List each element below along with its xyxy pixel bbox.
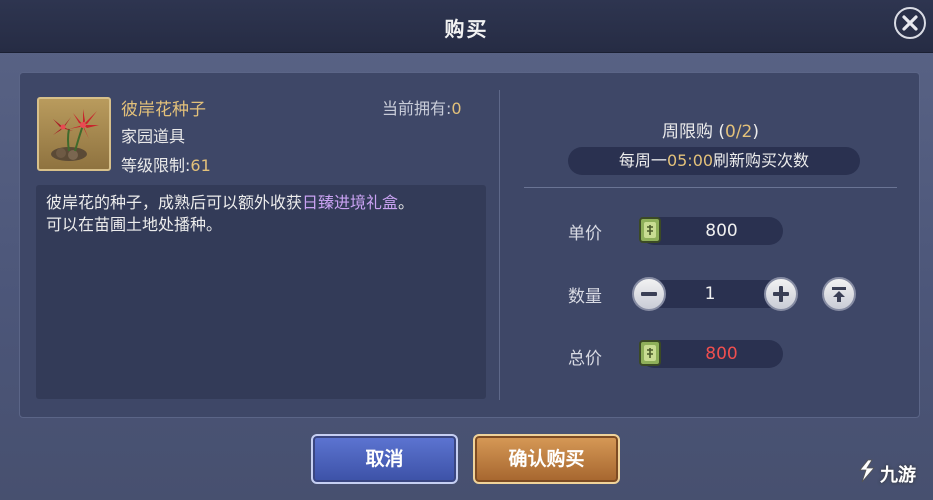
item-level-requirement: 等级限制:61 [121,152,211,176]
total-price-value: 800 [705,344,738,364]
owned-value: 0 [451,99,462,118]
level-value: 61 [190,156,211,175]
owned-count: 当前拥有:0 [382,95,462,119]
refresh-time: 05:00 [666,151,714,170]
quantity-label: 数量 [568,287,602,307]
close-button[interactable] [894,7,926,39]
refresh-info: 每周一05:00刷新购买次数 [568,147,860,175]
max-quantity-icon [832,287,846,302]
jade-token-icon [639,340,661,366]
weekly-limit-value: 0/2 [725,122,753,142]
increase-button[interactable] [764,277,798,311]
owned-label: 当前拥有: [382,99,452,118]
dialog-header: 购买 [0,0,933,53]
section-divider [524,187,897,188]
watermark: 九游 [880,465,916,486]
description-line-2: 可以在苗圃土地处播种。 [46,215,223,234]
weekly-limit: 周限购 (0/2) [661,122,760,142]
unit-price-value: 800 [705,221,738,241]
item-type: 家园道具 [121,127,186,146]
dialog-title: 购买 [444,17,489,41]
jade-token-icon [639,217,661,243]
reward-highlight: 日臻进境礼盒 [302,193,399,212]
max-quantity-button[interactable] [822,277,856,311]
confirm-purchase-button[interactable]: 确认购买 [473,434,620,484]
item-name: 彼岸花种子 [121,100,206,120]
unit-price-label: 单价 [568,224,602,244]
level-label: 等级限制: [121,156,191,175]
minus-icon [641,292,657,296]
cancel-button[interactable]: 取消 [311,434,458,484]
red-spider-lily-seed-icon [37,97,111,171]
quantity-value[interactable]: 1 [670,280,750,308]
watermark-logo-icon [859,459,875,483]
total-price-label: 总价 [568,349,602,369]
close-icon [902,15,918,31]
description-line-1: 彼岸花的种子，成熟后可以额外收获日臻进境礼盒。 [46,193,415,212]
decrease-button[interactable] [632,277,666,311]
item-description: 彼岸花的种子，成熟后可以额外收获日臻进境礼盒。 可以在苗圃土地处播种。 [36,185,486,399]
panel-divider [499,90,500,400]
plus-icon [773,286,789,302]
